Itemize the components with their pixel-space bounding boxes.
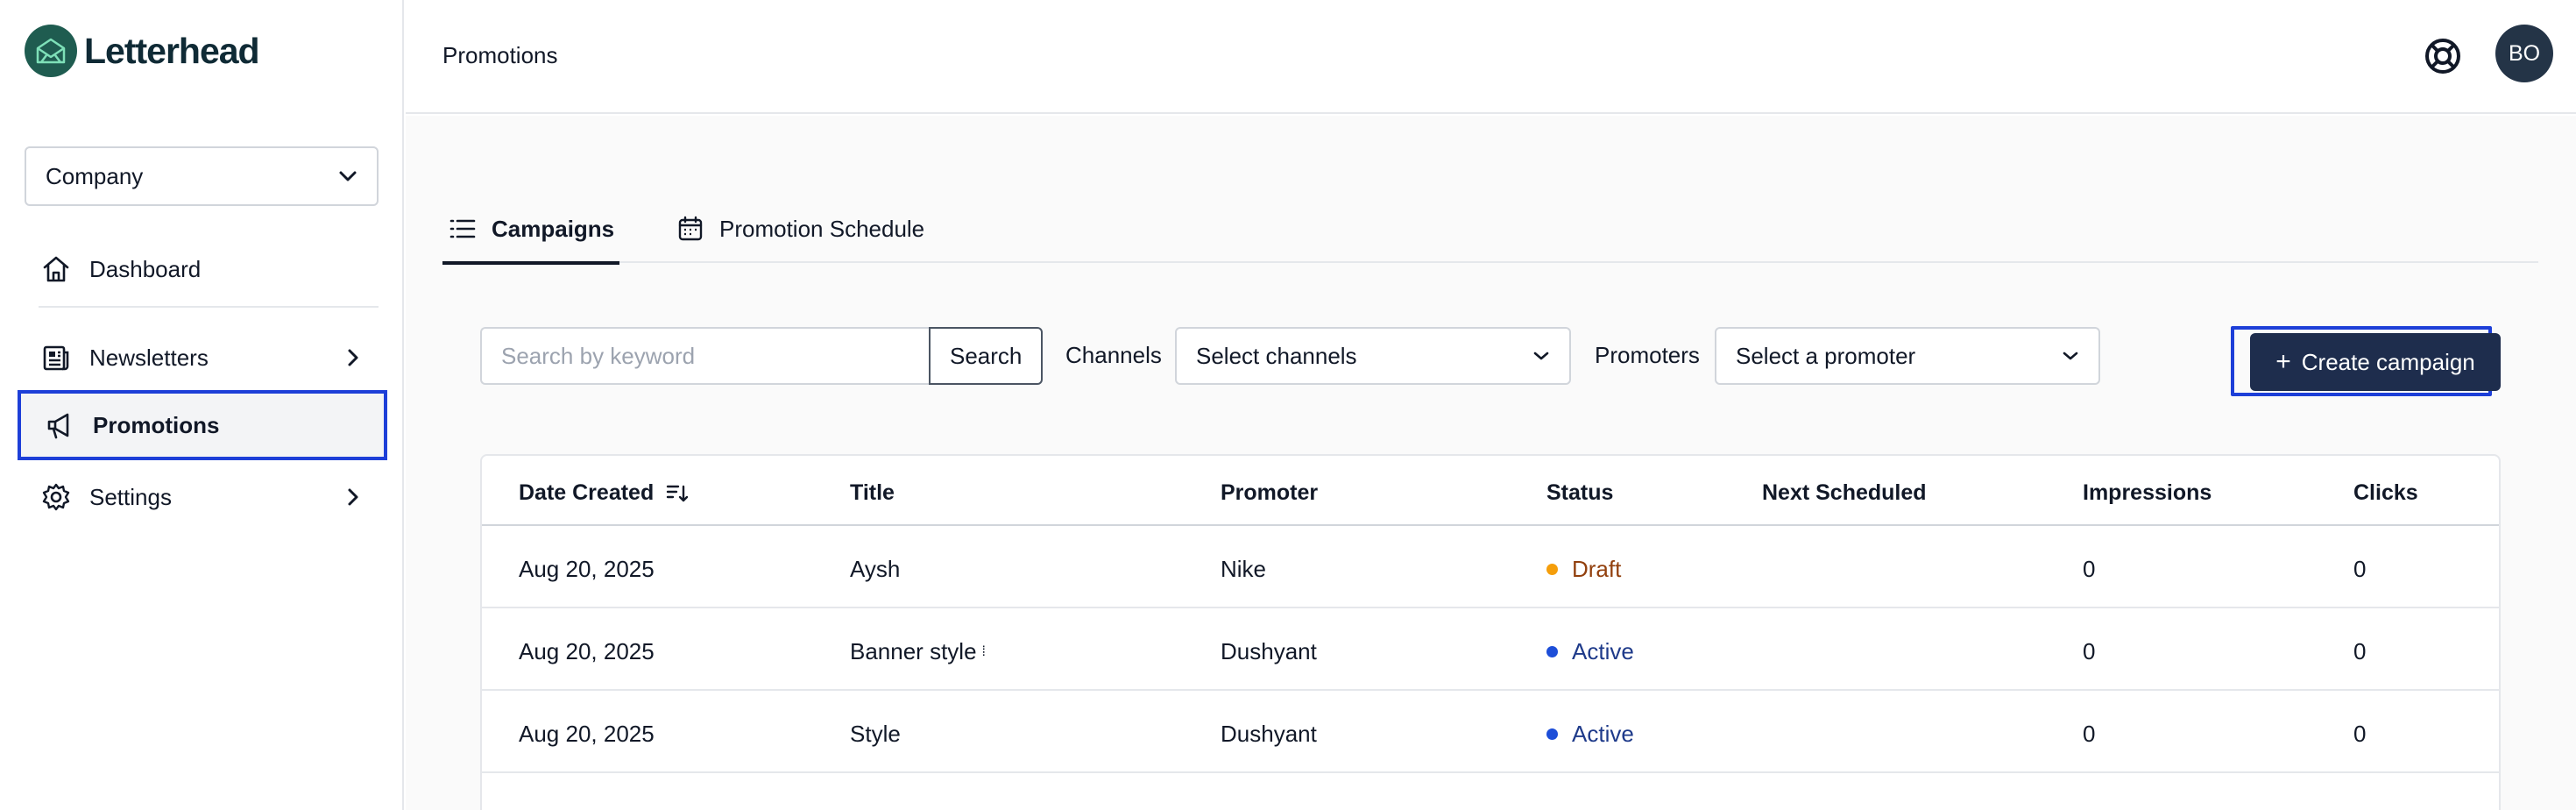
promoters-select-value: Select a promoter (1736, 342, 1916, 369)
company-select[interactable]: Company (25, 146, 379, 206)
cell-clicks: 0 (2353, 556, 2367, 582)
sidebar-item-newsletters[interactable]: Newsletters (19, 325, 384, 390)
table-row[interactable]: Aug 20, 2025 Banner style ⁞ Dushyant Act… (482, 608, 2499, 691)
cell-clicks: 0 (2353, 638, 2367, 664)
logo-text: Letterhead (84, 30, 260, 71)
cell-promoter: Dushyant (1221, 638, 1317, 664)
cell-title: Style (850, 721, 901, 747)
newspaper-icon (40, 342, 72, 373)
megaphone-icon (44, 409, 75, 441)
column-status: Status (1546, 480, 1614, 505)
cell-date: Aug 20, 2025 (519, 721, 655, 747)
chevron-down-icon (339, 171, 357, 181)
main-content: Campaigns Promotion Schedule Search Chan… (406, 116, 2576, 810)
home-icon (40, 253, 72, 285)
search-input[interactable] (480, 327, 929, 385)
cell-impressions: 0 (2083, 556, 2096, 582)
avatar[interactable]: BO (2495, 25, 2553, 82)
tab-label: Promotion Schedule (719, 215, 925, 242)
status-badge: Active (1546, 721, 1634, 748)
tab-label: Campaigns (492, 215, 615, 242)
promoters-select[interactable]: Select a promoter (1715, 327, 2100, 385)
create-campaign-button[interactable]: + Create campaign (2250, 333, 2501, 391)
promoters-label: Promoters (1595, 342, 1700, 368)
channels-select[interactable]: Select channels (1175, 327, 1571, 385)
lifebuoy-icon[interactable] (2422, 35, 2464, 77)
company-select-value: Company (46, 162, 144, 189)
channels-select-value: Select channels (1196, 342, 1357, 369)
table-row[interactable]: Aug 20, 2025 Aysh Nike Draft 0 0 (482, 526, 2499, 608)
top-header: Promotions BO (406, 0, 2576, 114)
cell-title: Aysh (850, 556, 901, 582)
cell-promoter: Nike (1221, 556, 1267, 582)
sidebar-item-label: Dashboard (89, 255, 202, 282)
campaigns-table: Date Created Title Promoter Status Next … (480, 454, 2501, 810)
sidebar-item-label: Promotions (93, 411, 220, 438)
sidebar-item-promotions[interactable]: Promotions (18, 390, 387, 460)
plus-icon: + (2275, 347, 2291, 376)
status-badge: Draft (1546, 556, 1621, 583)
sidebar-item-dashboard[interactable]: Dashboard (19, 237, 384, 302)
chevron-right-icon (348, 488, 358, 506)
page-title: Promotions (442, 42, 558, 68)
search-button[interactable]: Search (929, 327, 1044, 385)
table-row[interactable]: Aug 20, 2025 Style Dushyant Active 0 0 (482, 691, 2499, 773)
tab-promotion-schedule[interactable]: Promotion Schedule (677, 195, 924, 263)
list-icon (449, 217, 476, 240)
cell-clicks: 0 (2353, 721, 2367, 747)
status-dot (1546, 646, 1558, 657)
sidebar: Letterhead Company Dashboard Newsletters… (0, 0, 404, 810)
status-dot (1546, 728, 1558, 740)
cell-date: Aug 20, 2025 (519, 638, 655, 664)
logo[interactable]: Letterhead (25, 25, 260, 77)
cell-date: Aug 20, 2025 (519, 556, 655, 582)
chevron-down-icon (2063, 352, 2078, 360)
gear-icon (40, 481, 72, 513)
sidebar-item-label: Settings (89, 483, 172, 510)
column-clicks: Clicks (2353, 480, 2418, 505)
sidebar-item-label: Newsletters (89, 344, 209, 371)
sidebar-divider (39, 306, 379, 308)
cell-impressions: 0 (2083, 638, 2096, 664)
status-badge: Active (1546, 638, 1634, 665)
tab-bar: Campaigns Promotion Schedule (442, 195, 2538, 265)
create-campaign-label: Create campaign (2301, 348, 2475, 375)
table-row-partial (482, 773, 2499, 810)
cell-promoter: Dushyant (1221, 721, 1317, 747)
column-title: Title (850, 480, 895, 505)
column-promoter: Promoter (1221, 480, 1319, 505)
cell-title: Banner style ⁞ (850, 638, 986, 664)
tab-campaigns[interactable]: Campaigns (442, 195, 620, 265)
calendar-icon (677, 216, 704, 242)
cell-impressions: 0 (2083, 721, 2096, 747)
text-cursor-icon: ⁞ (981, 643, 986, 659)
channels-label: Channels (1065, 342, 1162, 368)
column-next-scheduled: Next Scheduled (1762, 480, 1927, 505)
chevron-down-icon (1533, 352, 1549, 360)
chevron-right-icon (348, 349, 358, 366)
sort-icon[interactable] (666, 484, 689, 503)
table-header: Date Created Title Promoter Status Next … (482, 456, 2499, 526)
column-impressions: Impressions (2083, 480, 2212, 505)
status-dot (1546, 564, 1558, 575)
logo-mark-icon (25, 25, 77, 77)
column-date-created[interactable]: Date Created (519, 480, 689, 506)
sidebar-item-settings[interactable]: Settings (19, 465, 384, 529)
search-group: Search (480, 327, 1044, 385)
